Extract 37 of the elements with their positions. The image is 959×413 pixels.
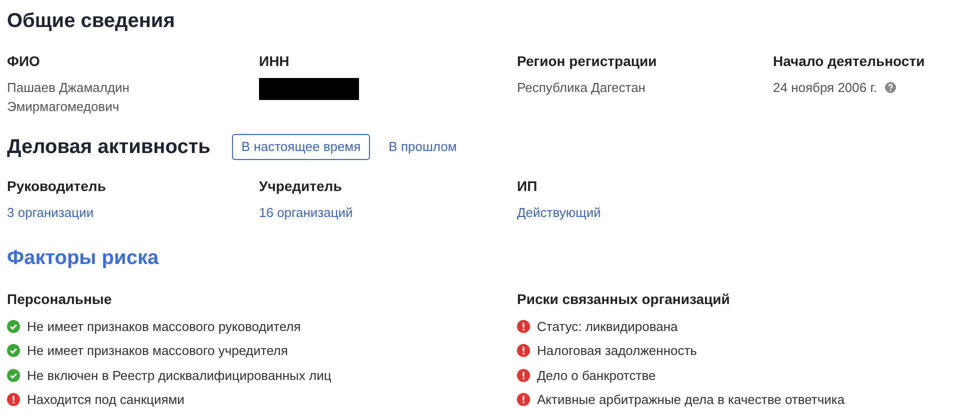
field-label: ФИО [7,52,41,71]
filter-tab[interactable]: В прошлом [380,134,466,160]
filter-tab[interactable]: В настоящее время [232,134,370,160]
warning-icon [517,344,530,358]
field-label: Начало деятельности [773,52,926,71]
risk-item: Не имеет признаков массового учредителя [27,342,288,360]
field-label: Учредитель [259,177,343,196]
field-label: ИНН [259,52,290,71]
risk-item: Статус: ликвидирована [537,318,678,336]
risk-item: Находится под санкциями [27,391,184,409]
warning-icon [7,393,20,406]
field-label: Регион регистрации [517,52,658,71]
risk-item: Налоговая задолженность [537,342,697,360]
field-label: ИП [517,177,538,196]
risk-item: Дело о банкротстве [537,366,656,385]
field-link[interactable]: 3 организации [7,203,94,222]
risk-item: Активные арбитражные дела в качестве ответчика [537,391,845,409]
field-value: Пашаев Джамалдин Эмирмагомедович [7,79,130,116]
warning-icon [517,320,530,333]
risk-item: Не имеет признаков массового руководителя [27,318,301,336]
field-label: Руководитель [7,177,107,196]
field-link[interactable]: 16 организаций [259,203,353,222]
field-value: 24 ноября 2006 г. [773,79,877,97]
warning-icon [517,368,530,382]
field-link[interactable]: Действующий [517,203,601,222]
check-icon [7,368,20,382]
risk-item: Не включен в Реестр дисквалифицированных лиц [27,366,332,385]
section-title: Факторы риска [7,246,160,270]
warning-icon [517,393,530,406]
check-icon [7,320,20,333]
section-title: Деловая активность [7,135,210,160]
check-icon [7,344,20,358]
section-title: Общие сведения [7,9,176,33]
group-title: Персональные [7,290,113,309]
help-icon[interactable] [885,82,896,94]
field-value: Республика Дагестан [517,79,646,97]
group-title: Риски связанных организаций [517,290,731,309]
